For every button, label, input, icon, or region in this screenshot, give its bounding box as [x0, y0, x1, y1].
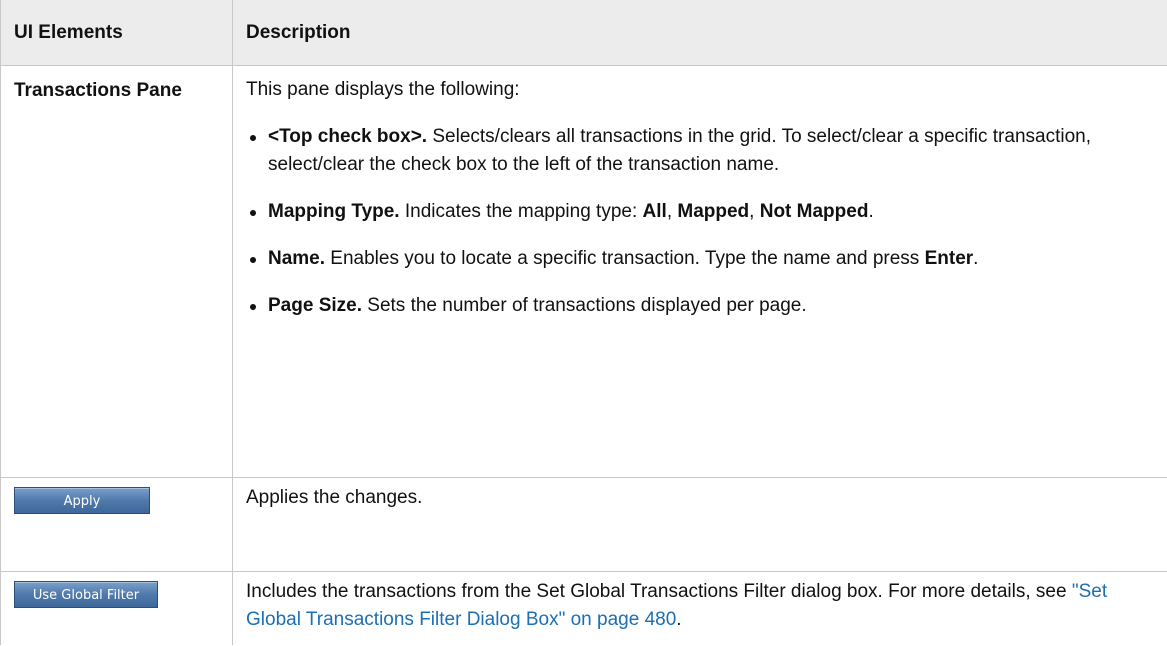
item-option: Not Mapped	[759, 201, 869, 222]
bullet-icon	[250, 135, 256, 141]
ui-element-cell: Apply	[1, 478, 233, 571]
item-end: .	[868, 201, 874, 222]
item-option: All	[642, 201, 667, 222]
item-term: Page Size.	[268, 295, 362, 316]
item-term: Mapping Type.	[268, 201, 400, 222]
description-cell: This pane displays the following: <Top c…	[233, 66, 1167, 477]
item-term: <Top check box>.	[268, 126, 428, 147]
list-item: Name. Enables you to locate a specific t…	[246, 245, 1153, 273]
description-text: Includes the transactions from the Set G…	[246, 581, 1072, 602]
header-ui-elements: UI Elements	[1, 0, 233, 65]
item-separator: ,	[666, 201, 678, 222]
description-cell: Applies the changes.	[246, 487, 423, 508]
item-text: Indicates the mapping type:	[399, 201, 643, 222]
ui-element-name: Transactions Pane	[1, 66, 233, 477]
bullet-list: <Top check box>. Selects/clears all tran…	[246, 123, 1153, 320]
bullet-icon	[250, 210, 256, 216]
item-end: .	[973, 248, 979, 269]
item-key: Enter	[924, 248, 974, 269]
bullet-icon	[250, 257, 256, 263]
description-intro: This pane displays the following:	[246, 79, 520, 100]
table-header-row: UI Elements Description	[1, 0, 1167, 66]
use-global-filter-button[interactable]: Use Global Filter	[14, 581, 158, 608]
apply-button[interactable]: Apply	[14, 487, 150, 514]
item-option: Mapped	[677, 201, 750, 222]
header-description: Description	[246, 22, 351, 43]
list-item: Page Size. Sets the number of transactio…	[246, 292, 1153, 320]
table-row-use-global-filter: Use Global Filter Includes the transacti…	[1, 572, 1167, 645]
item-text: Sets the number of transactions displaye…	[362, 295, 807, 316]
item-term: Name.	[268, 248, 326, 269]
ui-elements-table: UI Elements Description Transactions Pan…	[0, 0, 1167, 645]
table-row-apply: Apply Applies the changes.	[1, 478, 1167, 572]
bullet-icon	[250, 304, 256, 310]
description-end: .	[676, 609, 682, 630]
list-item: Mapping Type. Indicates the mapping type…	[246, 198, 1153, 226]
table-row-transactions-pane: Transactions Pane This pane displays the…	[1, 66, 1167, 478]
ui-element-cell: Use Global Filter	[1, 572, 233, 645]
description-cell: Includes the transactions from the Set G…	[233, 572, 1167, 645]
item-separator: ,	[749, 201, 760, 222]
item-text: Enables you to locate a specific transac…	[325, 248, 925, 269]
list-item: <Top check box>. Selects/clears all tran…	[246, 123, 1153, 179]
